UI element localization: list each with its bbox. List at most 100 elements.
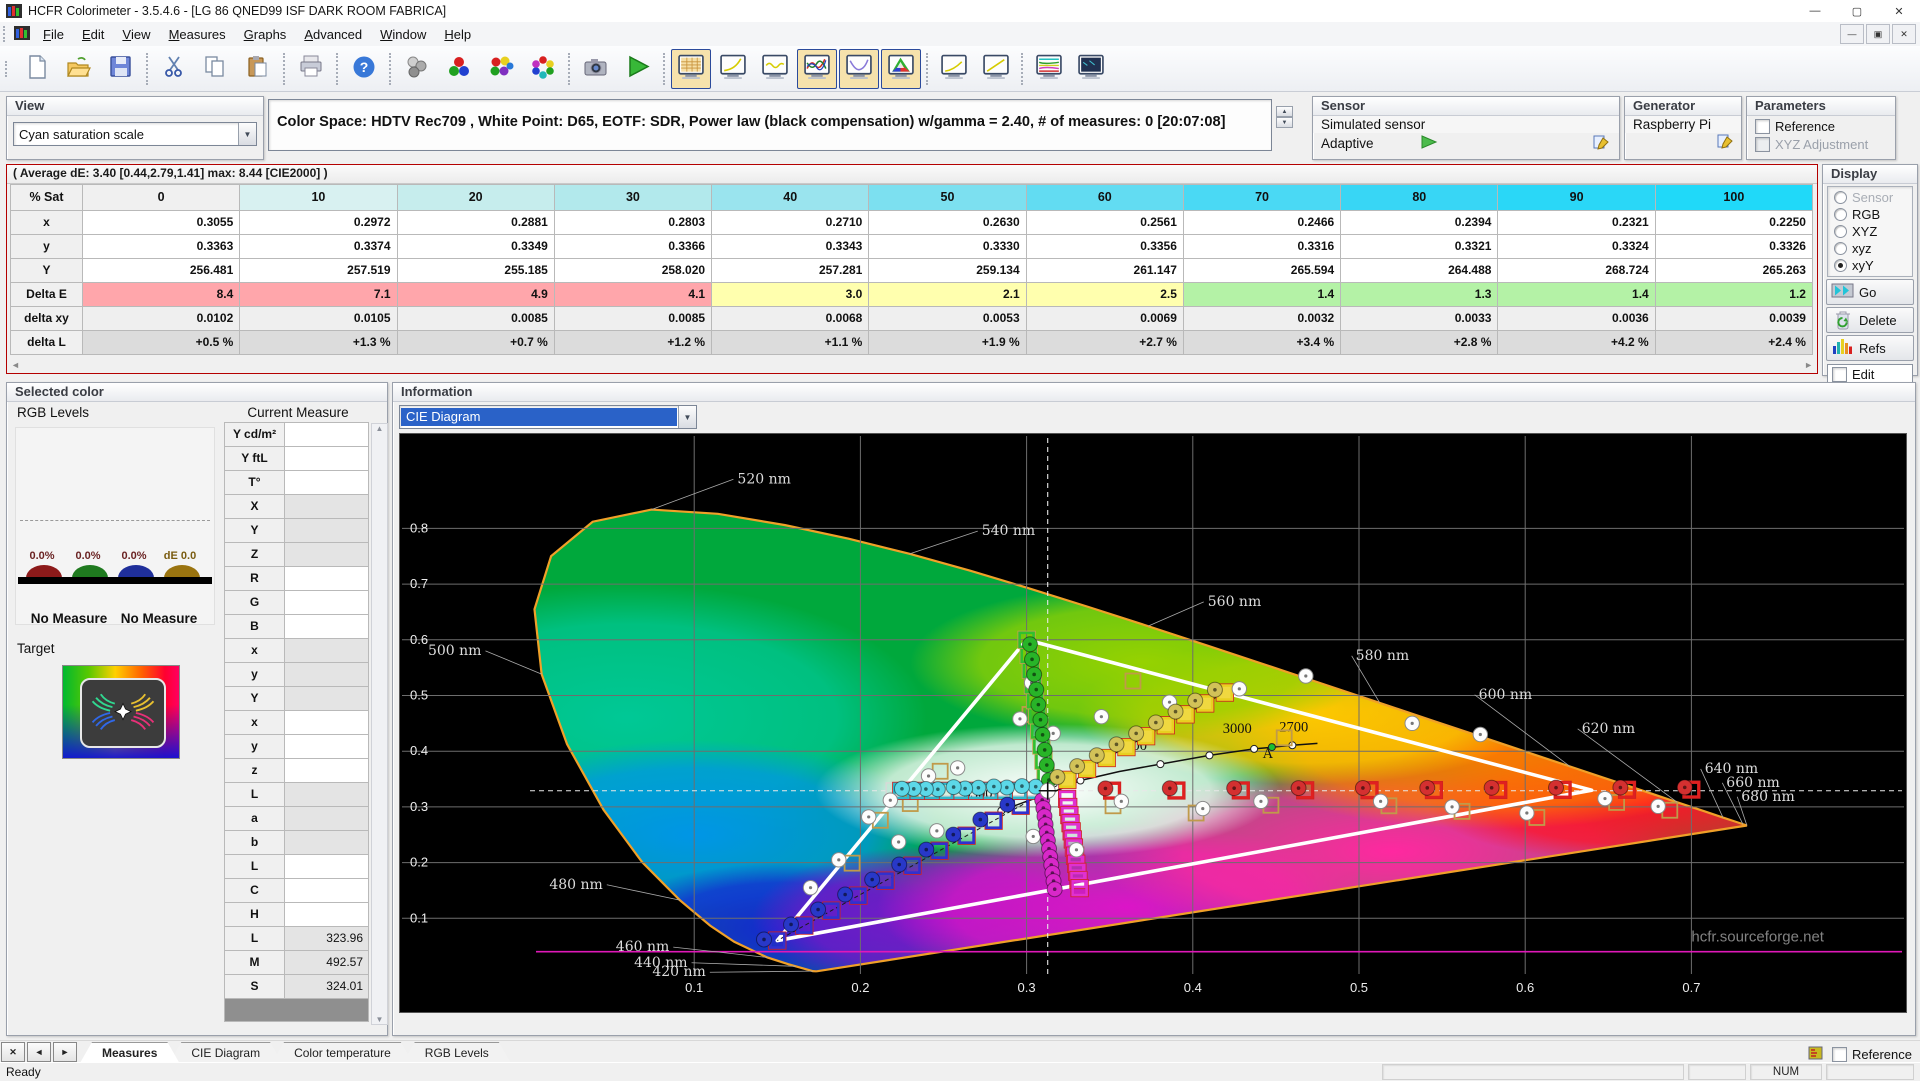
current-measure-row[interactable]: B: [224, 614, 369, 639]
measure-cell[interactable]: 0.2630: [868, 210, 1027, 235]
copy-button[interactable]: [196, 49, 236, 89]
display-radio-xyz[interactable]: XYZ: [1828, 223, 1912, 240]
sat-column-header[interactable]: 70: [1182, 184, 1342, 211]
current-measure-row[interactable]: X: [224, 494, 369, 519]
sat-column-header[interactable]: 80: [1340, 184, 1499, 211]
measure-cell[interactable]: 268.724: [1497, 258, 1656, 283]
measure-cell[interactable]: 257.519: [239, 258, 398, 283]
current-measure-row[interactable]: L 323.96: [224, 926, 369, 951]
measure-cell[interactable]: +1.1 %: [711, 330, 870, 355]
reference-checkbox-row[interactable]: Reference: [1832, 1047, 1912, 1062]
menu-view[interactable]: View: [113, 22, 159, 46]
tab-rgb-levels[interactable]: RGB Levels: [403, 1042, 511, 1063]
tab-prev-button[interactable]: ◄: [27, 1042, 51, 1062]
current-measure-row[interactable]: z: [224, 758, 369, 783]
sat-column-header[interactable]: 20: [396, 184, 555, 211]
view-gamma-button[interactable]: [713, 49, 753, 89]
current-measure-row[interactable]: Y: [224, 686, 369, 711]
chevron-down-icon[interactable]: ▼: [238, 123, 256, 145]
view-near-black-button[interactable]: [755, 49, 795, 89]
measure-cell[interactable]: 0.3349: [396, 234, 555, 259]
measure-cell[interactable]: +1.9 %: [868, 330, 1027, 355]
measure-cell[interactable]: +4.2 %: [1497, 330, 1656, 355]
measure-cell[interactable]: 255.185: [396, 258, 555, 283]
measure-cell[interactable]: +0.5 %: [82, 330, 241, 355]
new-document-button[interactable]: [17, 49, 57, 89]
sensor-config-icon[interactable]: [1593, 134, 1611, 153]
restore-button[interactable]: ▢: [1836, 0, 1878, 22]
current-measure-row[interactable]: Y: [224, 518, 369, 543]
measure-cell[interactable]: 0.2803: [553, 210, 713, 235]
measure-cell[interactable]: 261.147: [1025, 258, 1184, 283]
primary-colors-measure-button[interactable]: [439, 49, 479, 89]
measure-cell[interactable]: +2.4 %: [1654, 330, 1813, 355]
current-measure-table[interactable]: Y cd/m² Y ftL T° X Y Z R G Bx y Yx y z La b L C H L 323.96 M…: [224, 422, 369, 1022]
measure-cell[interactable]: 0.0033: [1340, 306, 1499, 331]
generator-config-icon[interactable]: [1717, 133, 1735, 152]
view-sat-shift-button[interactable]: [1029, 49, 1069, 89]
help-button[interactable]: ?: [344, 49, 384, 89]
current-measure-row[interactable]: y: [224, 734, 369, 759]
radio-icon[interactable]: [1834, 242, 1847, 255]
sat-column-header[interactable]: 100: [1654, 184, 1813, 211]
measure-cell[interactable]: 0.0036: [1497, 306, 1656, 331]
saturation-measure-button[interactable]: [481, 49, 521, 89]
measure-cell[interactable]: 0.2561: [1025, 210, 1184, 235]
measure-cell[interactable]: 264.488: [1340, 258, 1499, 283]
edit-checkbox[interactable]: [1832, 366, 1847, 382]
menu-graphs[interactable]: Graphs: [235, 22, 296, 46]
view-contrast-button[interactable]: [976, 49, 1016, 89]
view-scale-dropdown[interactable]: Cyan saturation scale ▼: [13, 122, 257, 146]
current-measure-row[interactable]: x: [224, 710, 369, 735]
sat-column-header[interactable]: 30: [553, 184, 713, 211]
measure-cell[interactable]: 2.1: [868, 282, 1027, 307]
measure-cell[interactable]: 0.0085: [553, 306, 713, 331]
menu-edit[interactable]: Edit: [73, 22, 113, 46]
measure-cell[interactable]: 257.281: [711, 258, 870, 283]
measure-cell[interactable]: 265.594: [1182, 258, 1342, 283]
measure-cell[interactable]: 2.5: [1025, 282, 1184, 307]
measure-cell[interactable]: 0.2394: [1340, 210, 1499, 235]
measure-cell[interactable]: 0.3356: [1025, 234, 1184, 259]
tab-cie-diagram[interactable]: CIE Diagram: [169, 1042, 282, 1063]
grey-scale-measure-button[interactable]: [397, 49, 437, 89]
go-button[interactable]: Go: [1826, 279, 1914, 305]
current-measure-row[interactable]: G: [224, 590, 369, 615]
current-measure-row[interactable]: Z: [224, 542, 369, 567]
measure-cell[interactable]: 0.0032: [1182, 306, 1342, 331]
measure-cell[interactable]: +1.3 %: [239, 330, 398, 355]
measure-cell[interactable]: 265.263: [1654, 258, 1813, 283]
sat-column-header[interactable]: 50: [868, 184, 1027, 211]
menu-file[interactable]: File: [34, 22, 73, 46]
current-measure-row[interactable]: T°: [224, 470, 369, 495]
view-free-measures-button[interactable]: [1071, 49, 1111, 89]
reference-checkbox[interactable]: [1755, 119, 1770, 134]
snapshot-button[interactable]: [576, 49, 616, 89]
view-measures-grid-button[interactable]: [671, 48, 711, 89]
sat-column-header[interactable]: 40: [711, 184, 870, 211]
measure-cell[interactable]: 0.0068: [711, 306, 870, 331]
measure-cell[interactable]: 0.2321: [1497, 210, 1656, 235]
measure-cell[interactable]: 0.0053: [868, 306, 1027, 331]
cie-diagram[interactable]: 9300400030002700A520 nm540 nm560 nm580 n…: [399, 433, 1907, 1013]
current-measure-row[interactable]: S 324.01: [224, 974, 369, 999]
radio-icon[interactable]: [1834, 259, 1847, 272]
close-button[interactable]: ✕: [1878, 0, 1920, 22]
radio-icon[interactable]: [1834, 225, 1847, 238]
current-measure-row[interactable]: Y cd/m²: [224, 422, 369, 447]
save-file-button[interactable]: [101, 49, 141, 89]
paste-button[interactable]: [238, 49, 278, 89]
edit-checkbox-row[interactable]: Edit: [1827, 364, 1913, 384]
chevron-down-icon[interactable]: ▼: [678, 406, 696, 428]
menu-window[interactable]: Window: [371, 22, 435, 46]
scroll-right-icon[interactable]: ►: [1804, 360, 1813, 370]
run-measures-button[interactable]: [618, 49, 658, 89]
measure-cell[interactable]: 0.3330: [868, 234, 1027, 259]
measure-cell[interactable]: 0.2250: [1654, 210, 1813, 235]
measure-cell[interactable]: +0.7 %: [396, 330, 555, 355]
measure-cell[interactable]: 0.3324: [1497, 234, 1656, 259]
measure-cell[interactable]: 1.4: [1182, 282, 1342, 307]
measure-cell[interactable]: 256.481: [82, 258, 241, 283]
menu-advanced[interactable]: Advanced: [295, 22, 371, 46]
measures-table[interactable]: % Sat 0 10 20 30 40 50 60 70 80 90 100 x 0.3055 0.2972…: [10, 184, 1813, 355]
